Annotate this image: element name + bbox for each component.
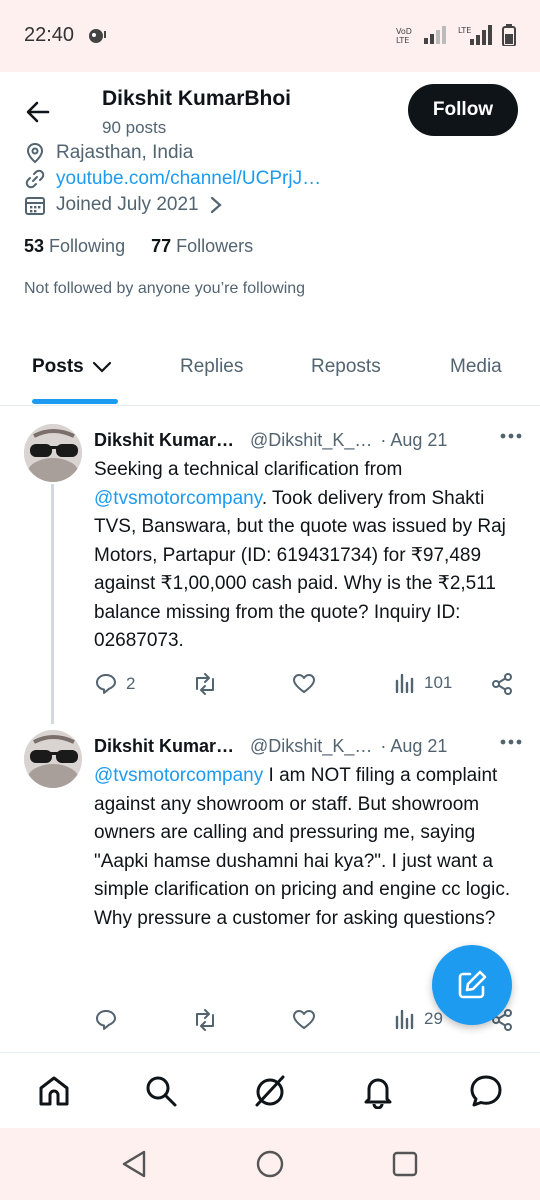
following-label: Following — [49, 236, 126, 256]
tweet-author-handle: @Dikshit_K_… — [250, 429, 373, 450]
battery-icon — [502, 24, 516, 46]
tweet-text-part: I am NOT filing a complaint against any … — [94, 765, 511, 929]
notifications-icon[interactable] — [360, 1073, 396, 1109]
tweet-text: @tvsmotorcompany I am NOT filing a compl… — [94, 762, 520, 933]
repost-button[interactable] — [192, 1008, 226, 1032]
profile-tabs: Posts Replies Reposts Media — [0, 340, 540, 406]
tweet-text-part: Seeking a technical clarification from — [94, 459, 403, 480]
profile-link[interactable]: youtube.com/channel/UCPrjJ… — [56, 168, 321, 190]
tab-posts-label: Posts — [32, 356, 84, 377]
follow-counts: 53 Following 77 Followers — [24, 236, 253, 257]
repost-icon — [196, 1009, 214, 1031]
views-count: 101 — [424, 673, 453, 692]
views-icon — [395, 1009, 414, 1030]
followers-count: 77 — [151, 236, 172, 256]
svg-text:VoD: VoD — [396, 27, 412, 36]
joined-text: Joined July 2021 — [56, 194, 199, 215]
tweet-mention[interactable]: @tvsmotorcompany — [94, 488, 262, 509]
tweet-date: · Aug 21 — [380, 429, 448, 450]
tweet-author-handle: @Dikshit_K_… — [250, 735, 373, 756]
back-triangle-icon[interactable] — [118, 1148, 150, 1180]
reply-button[interactable] — [94, 1008, 126, 1032]
reply-icon — [96, 674, 116, 694]
messages-icon[interactable] — [468, 1073, 504, 1109]
tweet-author-name[interactable]: Dikshit Kumar… — [94, 430, 234, 451]
home-circle-icon[interactable] — [254, 1148, 286, 1180]
like-button[interactable] — [292, 1008, 324, 1032]
reply-button[interactable]: 2 — [94, 672, 135, 696]
joined-row: Joined July 2021 — [24, 194, 524, 216]
views-button[interactable]: 101 — [394, 672, 452, 694]
tweet-mention[interactable]: @tvsmotorcompany — [94, 765, 263, 786]
header-posts-count: 90 posts — [102, 118, 167, 137]
signal-1-icon — [424, 26, 446, 44]
status-icons: VoD LTE LTE — [396, 24, 516, 46]
search-icon[interactable] — [143, 1073, 179, 1109]
compose-button[interactable] — [432, 945, 512, 1025]
tweet-header: Dikshit Kumar… @Dikshit_K_… · Aug 21 — [94, 426, 524, 454]
home-icon[interactable] — [36, 1073, 72, 1109]
notification-icon — [89, 29, 106, 43]
location-icon — [26, 142, 44, 164]
following-count: 53 — [24, 236, 45, 256]
tab-replies[interactable]: Replies — [180, 356, 243, 378]
chevron-right-icon[interactable] — [209, 195, 223, 215]
bottom-nav — [0, 1052, 540, 1128]
tweet-author-name[interactable]: Dikshit Kumar… — [94, 736, 234, 757]
tweet-text: Seeking a technical clarification from @… — [94, 456, 520, 656]
tab-reposts[interactable]: Reposts — [311, 356, 381, 378]
followers-count-link[interactable]: 77 Followers — [151, 236, 253, 257]
repost-button[interactable] — [192, 672, 226, 696]
recents-square-icon[interactable] — [389, 1148, 421, 1180]
signal-2-icon: LTE — [458, 25, 492, 45]
tweet-text-part: . Took delivery from Shakti TVS, Banswar… — [94, 487, 506, 652]
link-icon — [25, 169, 45, 189]
tweet-header: Dikshit Kumar… @Dikshit_K_… · Aug 21 — [94, 732, 524, 760]
followers-label: Followers — [176, 236, 254, 256]
views-count: 29 — [424, 1009, 443, 1028]
system-nav-bar — [0, 1128, 540, 1200]
status-time: 22:40 — [24, 24, 75, 46]
more-options-icon[interactable] — [500, 738, 522, 746]
header-name: Dikshit KumarBhoi — [102, 87, 292, 110]
tab-indicator — [32, 399, 118, 404]
calendar-icon — [25, 197, 45, 215]
not-followed-text: Not followed by anyone you’re following — [24, 280, 306, 297]
chevron-down-icon — [92, 361, 111, 373]
location-row: Rajasthan, India — [24, 142, 524, 164]
tweet[interactable]: Dikshit Kumar… @Dikshit_K_… · Aug 21 See… — [0, 426, 540, 726]
share-icon[interactable] — [490, 672, 514, 696]
views-icon — [395, 673, 414, 694]
heart-icon — [293, 1010, 315, 1029]
views-button[interactable]: 29 — [394, 1008, 443, 1030]
tweet-date: · Aug 21 — [380, 735, 448, 756]
volte-icon: VoD LTE — [396, 27, 412, 45]
reply-icon — [96, 1010, 116, 1030]
svg-text:LTE: LTE — [396, 36, 409, 45]
link-row: youtube.com/channel/UCPrjJ… — [24, 168, 524, 190]
tab-media[interactable]: Media — [450, 356, 502, 378]
repost-icon — [196, 673, 214, 695]
tweet-actions: 2 101 — [94, 672, 524, 702]
svg-text:LTE: LTE — [458, 26, 471, 35]
location-text: Rajasthan, India — [56, 142, 194, 163]
grok-icon[interactable] — [252, 1073, 288, 1109]
following-count-link[interactable]: 53 Following — [24, 236, 125, 257]
heart-icon — [293, 674, 315, 693]
more-options-icon[interactable] — [500, 432, 522, 440]
follow-button[interactable]: Follow — [408, 84, 518, 136]
compose-icon — [458, 970, 487, 999]
profile-header: Dikshit KumarBhoi 90 posts Follow — [0, 72, 540, 150]
like-button[interactable] — [292, 672, 324, 696]
tab-posts[interactable]: Posts — [32, 356, 112, 378]
status-bar: 22:40 VoD LTE LTE — [0, 0, 540, 72]
back-arrow-icon[interactable] — [22, 96, 54, 128]
reply-count: 2 — [126, 674, 136, 693]
